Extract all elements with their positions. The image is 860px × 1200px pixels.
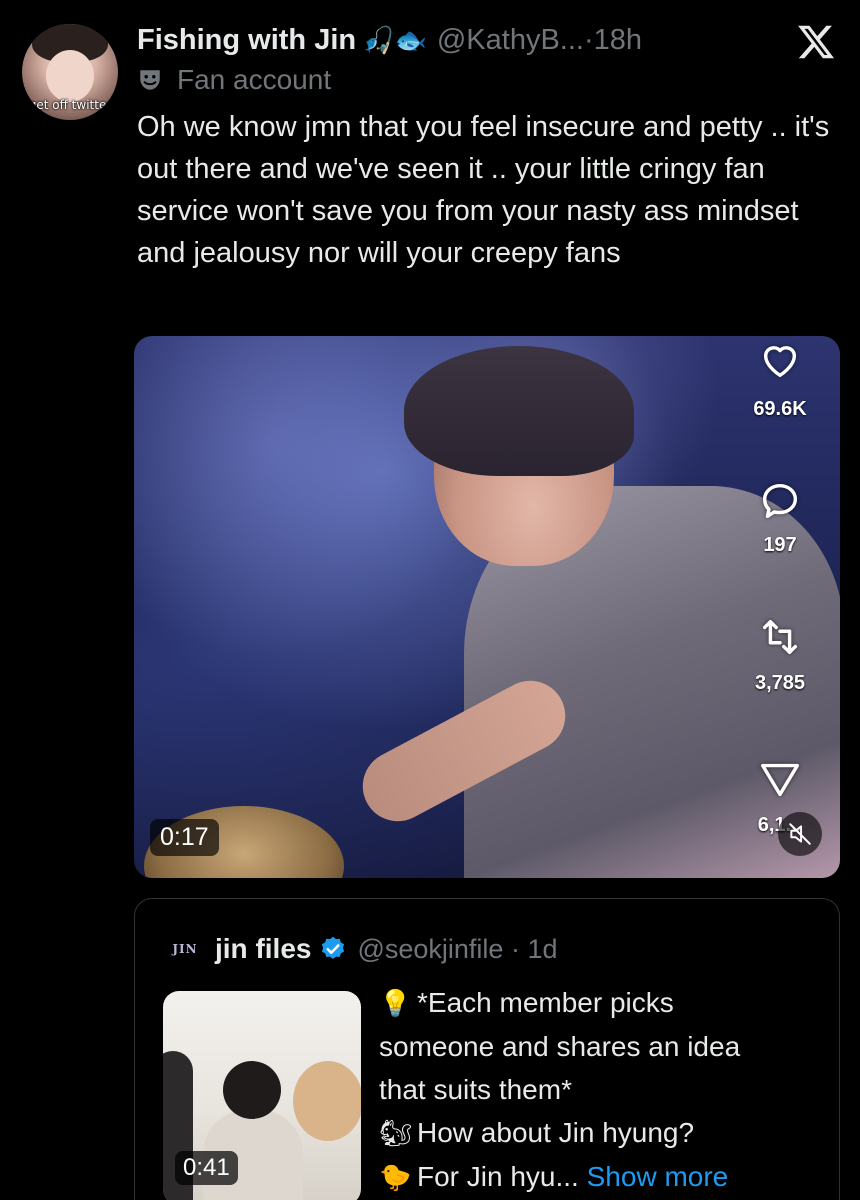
quoted-video-thumbnail[interactable]: 0:41 [163, 991, 361, 1200]
quoted-tweet[interactable]: JIN jin files @seokjinfile · 1d 0:41 💡 *E… [134, 898, 840, 1200]
quoted-author-avatar[interactable]: JIN [165, 929, 205, 969]
avatar-face [46, 50, 94, 102]
verified-badge-icon [322, 936, 345, 959]
tweet-text: Oh we know jmn that you feel insecure an… [137, 111, 830, 269]
thumb-figure-head [223, 1061, 281, 1119]
reply-button[interactable]: 197 [730, 478, 830, 557]
theater-mask-icon [140, 70, 160, 90]
repost-icon [762, 619, 798, 655]
speaker-muted-icon [789, 823, 811, 845]
thumb-figure-right [293, 1061, 361, 1141]
speech-bubble-icon [762, 483, 798, 519]
quote-line: 🐤 For Jin hyu... Show more [379, 1155, 819, 1199]
video-duration: 0:17 [150, 819, 219, 856]
reply-count: 197 [763, 534, 797, 556]
quoted-tweet-text: 💡 *Each member picks someone and shares a… [379, 981, 819, 1199]
video-side-actions: 69.6K 197 3,785 6,1... [730, 336, 840, 878]
tweet-header: Fishing with Jin 🎣🐟 @KathyB...·18h [137, 20, 642, 60]
fan-account-text: Fan account [177, 64, 332, 95]
author-avatar[interactable]: get off twitter [22, 24, 118, 120]
like-count: 69.6K [753, 398, 807, 420]
quote-line: someone and shares an idea [379, 1031, 741, 1062]
quote-line: 💡 *Each member picks [379, 981, 819, 1025]
video-player[interactable]: 69.6K 197 3,785 6,1... 0:17 [134, 336, 840, 878]
quoted-video-duration: 0:41 [175, 1151, 238, 1185]
quote-line: 🐿 How about Jin hyung? [379, 1111, 819, 1155]
chick-icon: 🐤 [379, 1162, 412, 1192]
repost-button[interactable]: 3,785 [730, 614, 830, 695]
author-handle[interactable]: @KathyB...·18h [437, 24, 642, 57]
quote-line: that suits them* [379, 1074, 572, 1105]
avatar-caption: get off twitter [28, 98, 112, 112]
mute-button[interactable] [778, 812, 822, 856]
quoted-tweet-header: JIN jin files @seokjinfile · 1d [165, 929, 558, 969]
video-performer-hair [404, 346, 634, 476]
quoted-tweet-time: 1d [527, 933, 558, 964]
tweet: get off twitter Fishing with Jin 🎣🐟 @Kat… [0, 0, 860, 1200]
tweet-time[interactable]: 18h [594, 24, 642, 56]
author-display-name[interactable]: Fishing with Jin [137, 24, 356, 57]
repost-count: 3,785 [754, 672, 806, 694]
quoted-author-handle[interactable]: @seokjinfile · 1d [357, 934, 557, 965]
send-icon [761, 763, 799, 797]
lightbulb-icon: 💡 [379, 988, 412, 1018]
show-more-link[interactable]: Show more [587, 1161, 729, 1192]
chipmunk-icon: 🐿 [379, 1118, 413, 1148]
x-logo-icon [798, 25, 835, 59]
like-button[interactable]: 69.6K [730, 336, 830, 421]
fan-account-label: Fan account [137, 64, 331, 96]
quoted-author-name[interactable]: jin files [215, 933, 311, 965]
heart-icon [763, 346, 797, 378]
fishing-emoji-icon: 🎣🐟 [362, 24, 427, 55]
